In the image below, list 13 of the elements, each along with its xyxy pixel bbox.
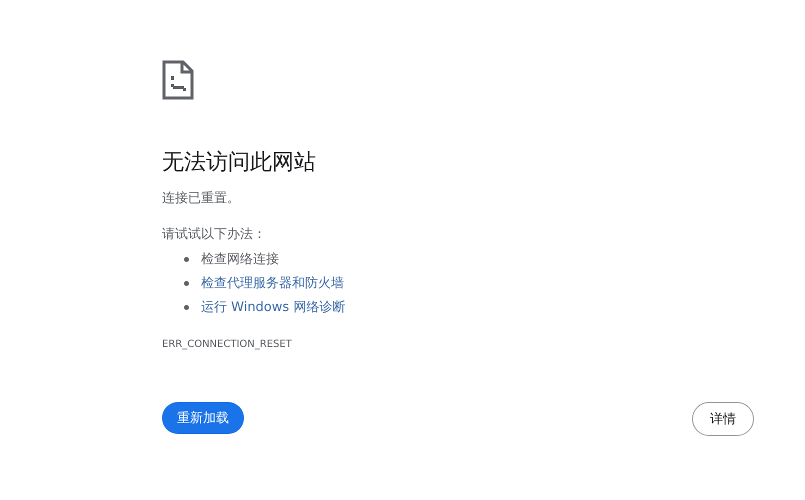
suggestion-link[interactable]: 运行 Windows 网络诊断 [201,298,346,316]
suggestions-heading: 请试试以下办法： [162,226,266,244]
sad-page-icon [162,60,194,100]
suggestion-link[interactable]: 检查代理服务器和防火墙 [201,274,344,292]
reload-button[interactable]: 重新加载 [162,402,244,434]
error-code: ERR_CONNECTION_RESET [162,339,292,350]
error-message: 连接已重置。 [162,190,240,208]
details-button[interactable]: 详情 [692,402,754,436]
error-title: 无法访问此网站 [162,149,316,177]
bullet-icon [184,304,189,310]
bullet-icon [184,280,189,286]
bullet-icon [184,256,189,262]
suggestion-text: 检查网络连接 [201,251,279,268]
